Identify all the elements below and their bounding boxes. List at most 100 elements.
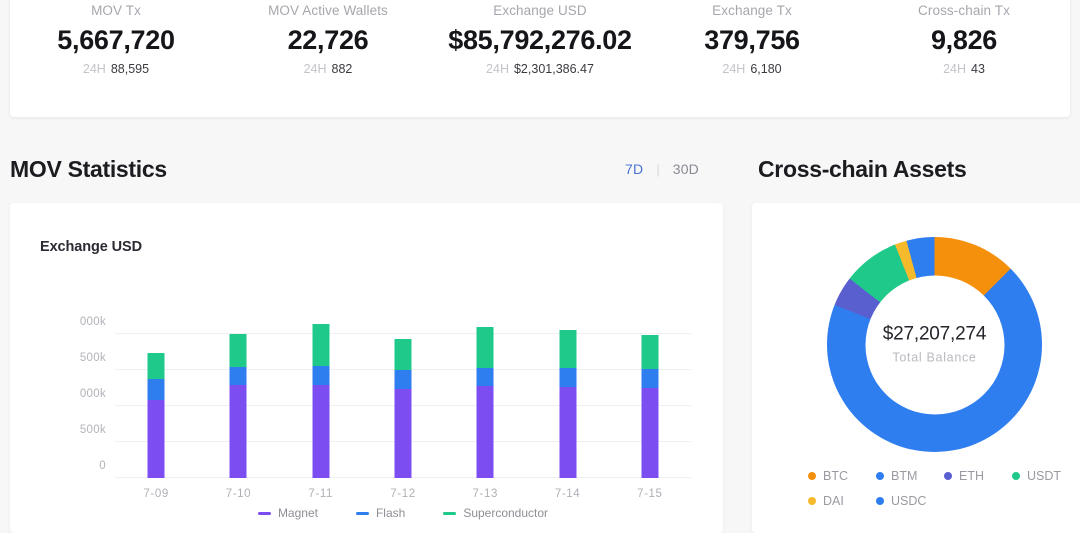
bar-segment [641, 335, 659, 369]
stat-period: 24H [303, 62, 327, 76]
x-axis-tick-label: 7-14 [554, 488, 581, 500]
legend-item[interactable]: DAI [808, 494, 876, 508]
legend-item[interactable]: Magnet [257, 506, 318, 520]
legend-dot [944, 472, 952, 480]
legend-dot [808, 472, 816, 480]
stat-card: MOV Active Wallets 22,726 24H 882 [222, 2, 434, 78]
range-option-30d[interactable]: 30D [673, 161, 699, 177]
legend-item[interactable]: Superconductor [443, 506, 548, 520]
range-toggle[interactable]: 7D | 30D [625, 161, 740, 177]
legend-swatch [257, 511, 271, 515]
legend-label: USDC [891, 494, 927, 508]
bar-segment [312, 385, 330, 478]
stat-delta: 24H $2,301,386.47 [434, 60, 646, 78]
donut-chart-legend: BTC BTM ETH USDT DAI USDC [808, 469, 1080, 508]
page-title-cross-chain-assets: Cross-chain Assets [758, 155, 967, 182]
stat-label: MOV Tx [91, 3, 141, 18]
bar-slot[interactable]: 7-13 [444, 327, 526, 500]
bar-segment [559, 387, 577, 478]
bar-slot[interactable]: 7-11 [280, 323, 362, 500]
stat-value: $85,792,276.02 [448, 25, 632, 55]
bar-segment [559, 368, 577, 388]
stacked-bar[interactable] [312, 323, 330, 478]
stat-card: Exchange USD $85,792,276.02 24H $2,301,386.… [434, 2, 646, 78]
stat-period: 24H [82, 62, 106, 76]
stat-card: Exchange Tx 379,756 24H 6,180 [646, 2, 858, 78]
bar-chart: 0 500k 000k 500k 000k 7-09 7-10 7-11 7-12 7-13 7-1… [10, 203, 723, 533]
stacked-bar[interactable] [229, 334, 247, 478]
stat-value: 22,726 [287, 25, 369, 55]
stat-label: Exchange Tx [712, 3, 792, 18]
stacked-bar[interactable] [641, 335, 659, 478]
bar-slot[interactable]: 7-09 [115, 334, 197, 500]
stat-value: 5,667,720 [57, 25, 175, 55]
x-axis-tick-label: 7-12 [390, 488, 416, 500]
legend-item[interactable]: BTM [876, 469, 944, 483]
x-axis-tick-label: 7-13 [472, 488, 498, 500]
legend-item[interactable]: USDT [1012, 469, 1080, 483]
bar-slot[interactable]: 7-15 [609, 334, 691, 500]
stat-period: 24H [722, 62, 746, 76]
stat-delta-value: 6,180 [750, 62, 782, 76]
legend-item[interactable]: ETH [944, 469, 1012, 483]
stat-label: Cross-chain Tx [918, 3, 1010, 18]
x-axis-tick-label: 7-09 [143, 488, 169, 500]
bar-segment [559, 329, 577, 369]
legend-label: Flash [375, 506, 406, 520]
bar-group: 7-09 7-10 7-11 7-12 7-13 7-14 7-15 [115, 323, 691, 500]
stat-value: 9,826 [930, 25, 998, 55]
bar-chart-legend: Magnet Flash Superconductor [115, 506, 691, 520]
stacked-bar[interactable] [394, 338, 412, 478]
legend-dot [1012, 472, 1020, 480]
legend-label: BTM [891, 469, 918, 483]
y-axis-tick-label: 500k [79, 424, 106, 436]
y-axis-tick-label: 000k [79, 388, 106, 400]
legend-item[interactable]: BTC [808, 469, 876, 483]
bar-segment [147, 379, 165, 401]
bar-slot[interactable]: 7-12 [362, 334, 444, 500]
legend-label: BTC [823, 469, 848, 483]
stat-delta: 24H 882 [222, 60, 434, 78]
exchange-usd-chart-card: Exchange USD 0 500k 000k 500k 000k 7-09 7-10 7-… [10, 203, 723, 533]
range-option-7d[interactable]: 7D [625, 161, 643, 177]
legend-swatch [443, 511, 457, 515]
legend-label: Superconductor [463, 506, 549, 520]
bar-segment [229, 366, 247, 386]
bar-segment [641, 387, 659, 478]
bar-segment [394, 338, 412, 371]
bar-segment [147, 352, 165, 380]
bar-segment [229, 385, 247, 478]
stat-card: MOV Tx 5,667,720 24H 88,595 [10, 2, 222, 78]
range-separator: | [656, 161, 660, 177]
stat-period: 24H [486, 62, 509, 76]
legend-item[interactable]: Flash [355, 506, 406, 520]
bar-segment [147, 400, 165, 478]
y-axis-tick-label: 500k [79, 352, 106, 364]
page-title-mov-statistics: MOV Statistics [10, 155, 167, 182]
bar-segment [229, 334, 247, 367]
stat-label: MOV Active Wallets [268, 3, 388, 18]
stacked-bar[interactable] [476, 327, 494, 478]
legend-item[interactable]: USDC [876, 494, 944, 508]
x-axis-tick-label: 7-15 [637, 488, 663, 500]
bar-segment [476, 368, 494, 387]
legend-label: DAI [823, 494, 844, 508]
stat-delta: 24H 6,180 [646, 60, 858, 78]
donut-chart: $27,207,274 Total Balance [827, 237, 1042, 452]
bar-chart-plot-area: 0 500k 000k 500k 000k 7-09 7-10 7-11 7-12 7-13 7-1… [80, 316, 691, 500]
stat-card: Cross-chain Tx 9,826 24H 43 [858, 2, 1070, 78]
bar-slot[interactable]: 7-14 [526, 329, 608, 500]
stacked-bar[interactable] [559, 329, 577, 478]
bar-segment [394, 389, 412, 478]
legend-label: ETH [959, 469, 984, 483]
donut-center: $27,207,274 Total Balance [865, 275, 1004, 414]
bar-slot[interactable]: 7-10 [197, 334, 279, 500]
bar-segment [312, 365, 330, 386]
bar-segment [641, 368, 659, 388]
legend-dot [876, 497, 884, 505]
bar-segment [476, 327, 494, 369]
stacked-bar[interactable] [147, 352, 165, 478]
y-axis-tick-label: 000k [79, 316, 106, 328]
stat-delta-value: 882 [331, 62, 353, 76]
x-axis-tick-label: 7-10 [225, 488, 252, 500]
